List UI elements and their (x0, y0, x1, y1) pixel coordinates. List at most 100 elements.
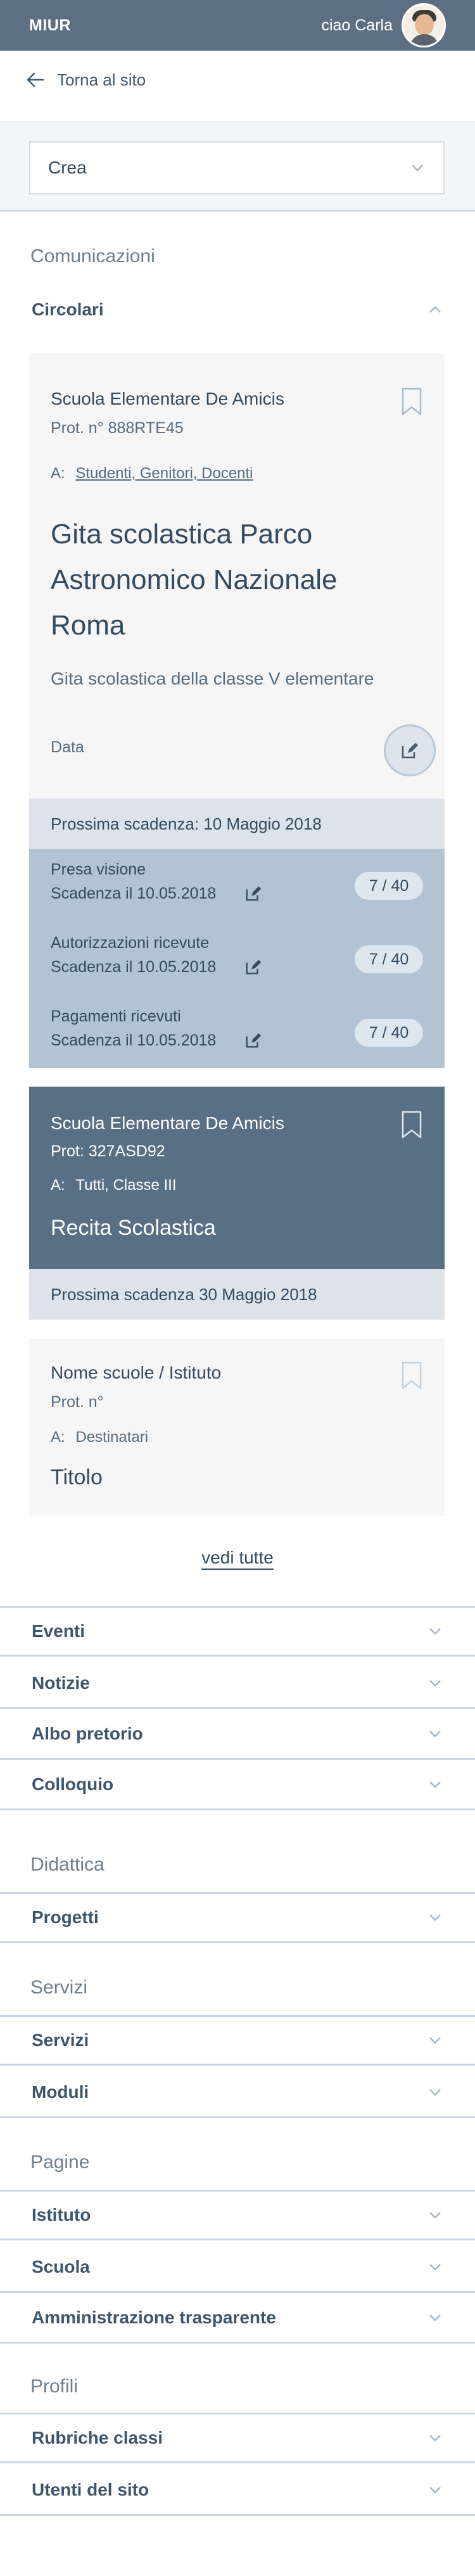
circolare-card[interactable]: Nome scuole / Istituto Prot. n° A: Desti… (29, 1339, 445, 1516)
avatar[interactable] (402, 3, 446, 47)
recipients-label: A: (51, 1429, 65, 1446)
section-servizi: Servizi (30, 1977, 88, 1998)
section-didattica: Didattica (30, 1854, 104, 1875)
card-title[interactable]: Gita scolastica Parco Astronomico Nazion… (51, 512, 405, 648)
crea-select-value: Crea (48, 158, 87, 177)
accordion-label: Scuola (32, 2256, 90, 2276)
accordion-scuola[interactable]: Scuola (0, 2242, 475, 2293)
see-all-link: vedi tutte (0, 1548, 475, 1570)
accordion-label: Utenti del sito (32, 2479, 149, 2499)
chevron-down-icon (429, 1679, 441, 1687)
task-count-badge: 7 / 40 (355, 1019, 423, 1047)
crea-panel: Crea (0, 122, 475, 212)
bookmark-icon[interactable] (402, 388, 422, 415)
card-prot: Prot. n° (51, 1393, 104, 1411)
task-date: Scadenza il 10.05.2018 (51, 885, 217, 902)
task-name: Pagamenti ricevuti (51, 1007, 181, 1025)
task-item[interactable]: Autorizzazioni ricevute Scadenza il 10.0… (51, 934, 423, 985)
accordion-label: Progetti (32, 1907, 99, 1927)
accordion-colloquio[interactable]: Colloquio (0, 1760, 475, 1810)
chevron-down-icon (429, 2486, 441, 2494)
edit-icon (402, 743, 418, 759)
accordion-amministrazione-trasparente[interactable]: Amministrazione trasparente (0, 2293, 475, 2344)
chevron-down-icon (429, 1628, 441, 1635)
accordion-label: Eventi (32, 1621, 86, 1641)
card-recipients: A: Studenti, Genitori, Docenti (51, 465, 253, 483)
brand-logo[interactable]: MIUR (29, 16, 71, 35)
recipients-label: A: (51, 1177, 65, 1194)
chevron-down-icon (429, 2263, 441, 2271)
accordion-albo-pretorio[interactable]: Albo pretorio (0, 1709, 475, 1760)
chevron-down-icon (429, 1730, 441, 1738)
accordion-label: Rubriche classi (32, 2428, 163, 2447)
recipients-value: Tutti, Classe III (75, 1177, 177, 1194)
chevron-up-icon (429, 306, 441, 313)
recipients-link[interactable]: Studenti, Genitori, Docenti (75, 465, 253, 482)
task-item[interactable]: Pagamenti ricevuti Scadenza il 10.05.201… (51, 1007, 423, 1058)
card-title: Titolo (51, 1465, 103, 1489)
task-date: Scadenza il 10.05.2018 (51, 958, 217, 976)
accordion-rubriche-classi[interactable]: Rubriche classi (0, 2413, 475, 2463)
see-all-link-label[interactable]: vedi tutte (201, 1548, 274, 1570)
arrow-left-icon (27, 72, 44, 87)
chevron-down-icon (429, 2314, 441, 2321)
card-school: Nome scuole / Istituto (51, 1363, 222, 1382)
task-count-badge: 7 / 40 (355, 872, 423, 900)
top-bar: MIUR ciao Carla (0, 0, 475, 51)
chevron-down-icon (429, 2212, 441, 2219)
recipients-label: A: (51, 465, 65, 482)
edit-icon[interactable] (244, 958, 262, 976)
chevron-down-icon (429, 2037, 441, 2044)
bookmark-icon[interactable] (402, 1111, 422, 1139)
accordion-label: Amministrazione trasparente (32, 2307, 276, 2327)
task-name: Autorizzazioni ricevute (51, 934, 210, 952)
task-date: Scadenza il 10.05.2018 (51, 1032, 217, 1049)
accordion-progetti[interactable]: Progetti (0, 1892, 475, 1943)
accordion-label: Moduli (32, 2081, 89, 2102)
task-list: Presa visione Scadenza il 10.05.2018 7 /… (29, 849, 445, 1068)
card-recipients: A: Tutti, Classe III (51, 1177, 177, 1194)
section-profili: Profili (30, 2376, 79, 2397)
deadline-strip: Prossima scadenza: 10 Maggio 2018 (29, 799, 445, 849)
accordion-label: Colloquio (32, 1774, 114, 1794)
card-title[interactable]: Recita Scolastica (51, 1216, 216, 1241)
edit-icon[interactable] (244, 1032, 262, 1049)
circolare-card[interactable]: Scuola Elementare De Amicis Prot. n° 888… (29, 353, 445, 798)
chevron-down-icon (429, 1781, 441, 1788)
back-link[interactable]: Torna al sito (25, 70, 146, 90)
accordion-label: Servizi (32, 2030, 89, 2050)
accordion-notizie[interactable]: Notizie (0, 1658, 475, 1709)
section-pagine: Pagine (30, 2152, 90, 2173)
accordion-label: Notizie (32, 1672, 90, 1693)
accordion-eventi[interactable]: Eventi (0, 1606, 475, 1657)
crea-select[interactable]: Crea (29, 141, 445, 194)
chevron-down-icon (429, 1914, 441, 1921)
greeting: ciao Carla (321, 16, 393, 34)
chevron-down-icon (429, 2088, 441, 2096)
card-school: Scuola Elementare De Amicis (51, 389, 284, 408)
accordion-label: Istituto (32, 2205, 91, 2225)
user-area[interactable]: ciao Carla (321, 3, 446, 47)
edit-button[interactable] (384, 724, 436, 776)
accordion-moduli[interactable]: Moduli (0, 2068, 475, 2118)
accordion-circolari[interactable]: Circolari (0, 284, 475, 335)
card-prot: Prot: 327ASD92 (51, 1142, 165, 1160)
chevron-down-icon (429, 2435, 441, 2442)
task-name: Presa visione (51, 861, 146, 878)
recipients-value: Destinatari (75, 1429, 149, 1446)
section-comunicazioni: Comunicazioni (30, 246, 155, 267)
accordion-label: Albo pretorio (32, 1723, 143, 1743)
accordion-utenti-del-sito[interactable]: Utenti del sito (0, 2465, 475, 2516)
task-item[interactable]: Presa visione Scadenza il 10.05.2018 7 /… (51, 861, 423, 911)
accordion-istituto[interactable]: Istituto (0, 2190, 475, 2240)
task-count-badge: 7 / 40 (355, 945, 423, 973)
card-prot: Prot. n° 888RTE45 (51, 419, 184, 437)
deadline-strip: Prossima scadenza 30 Maggio 2018 (29, 1269, 445, 1320)
chevron-down-icon (412, 165, 423, 172)
accordion-servizi[interactable]: Servizi (0, 2015, 475, 2066)
bookmark-icon[interactable] (402, 1361, 422, 1389)
card-description: Gita scolastica della classe V elementar… (51, 669, 374, 688)
back-link-label: Torna al sito (57, 70, 146, 89)
circolare-card-selected[interactable]: Scuola Elementare De Amicis Prot: 327ASD… (29, 1087, 445, 1269)
edit-icon[interactable] (244, 885, 262, 902)
